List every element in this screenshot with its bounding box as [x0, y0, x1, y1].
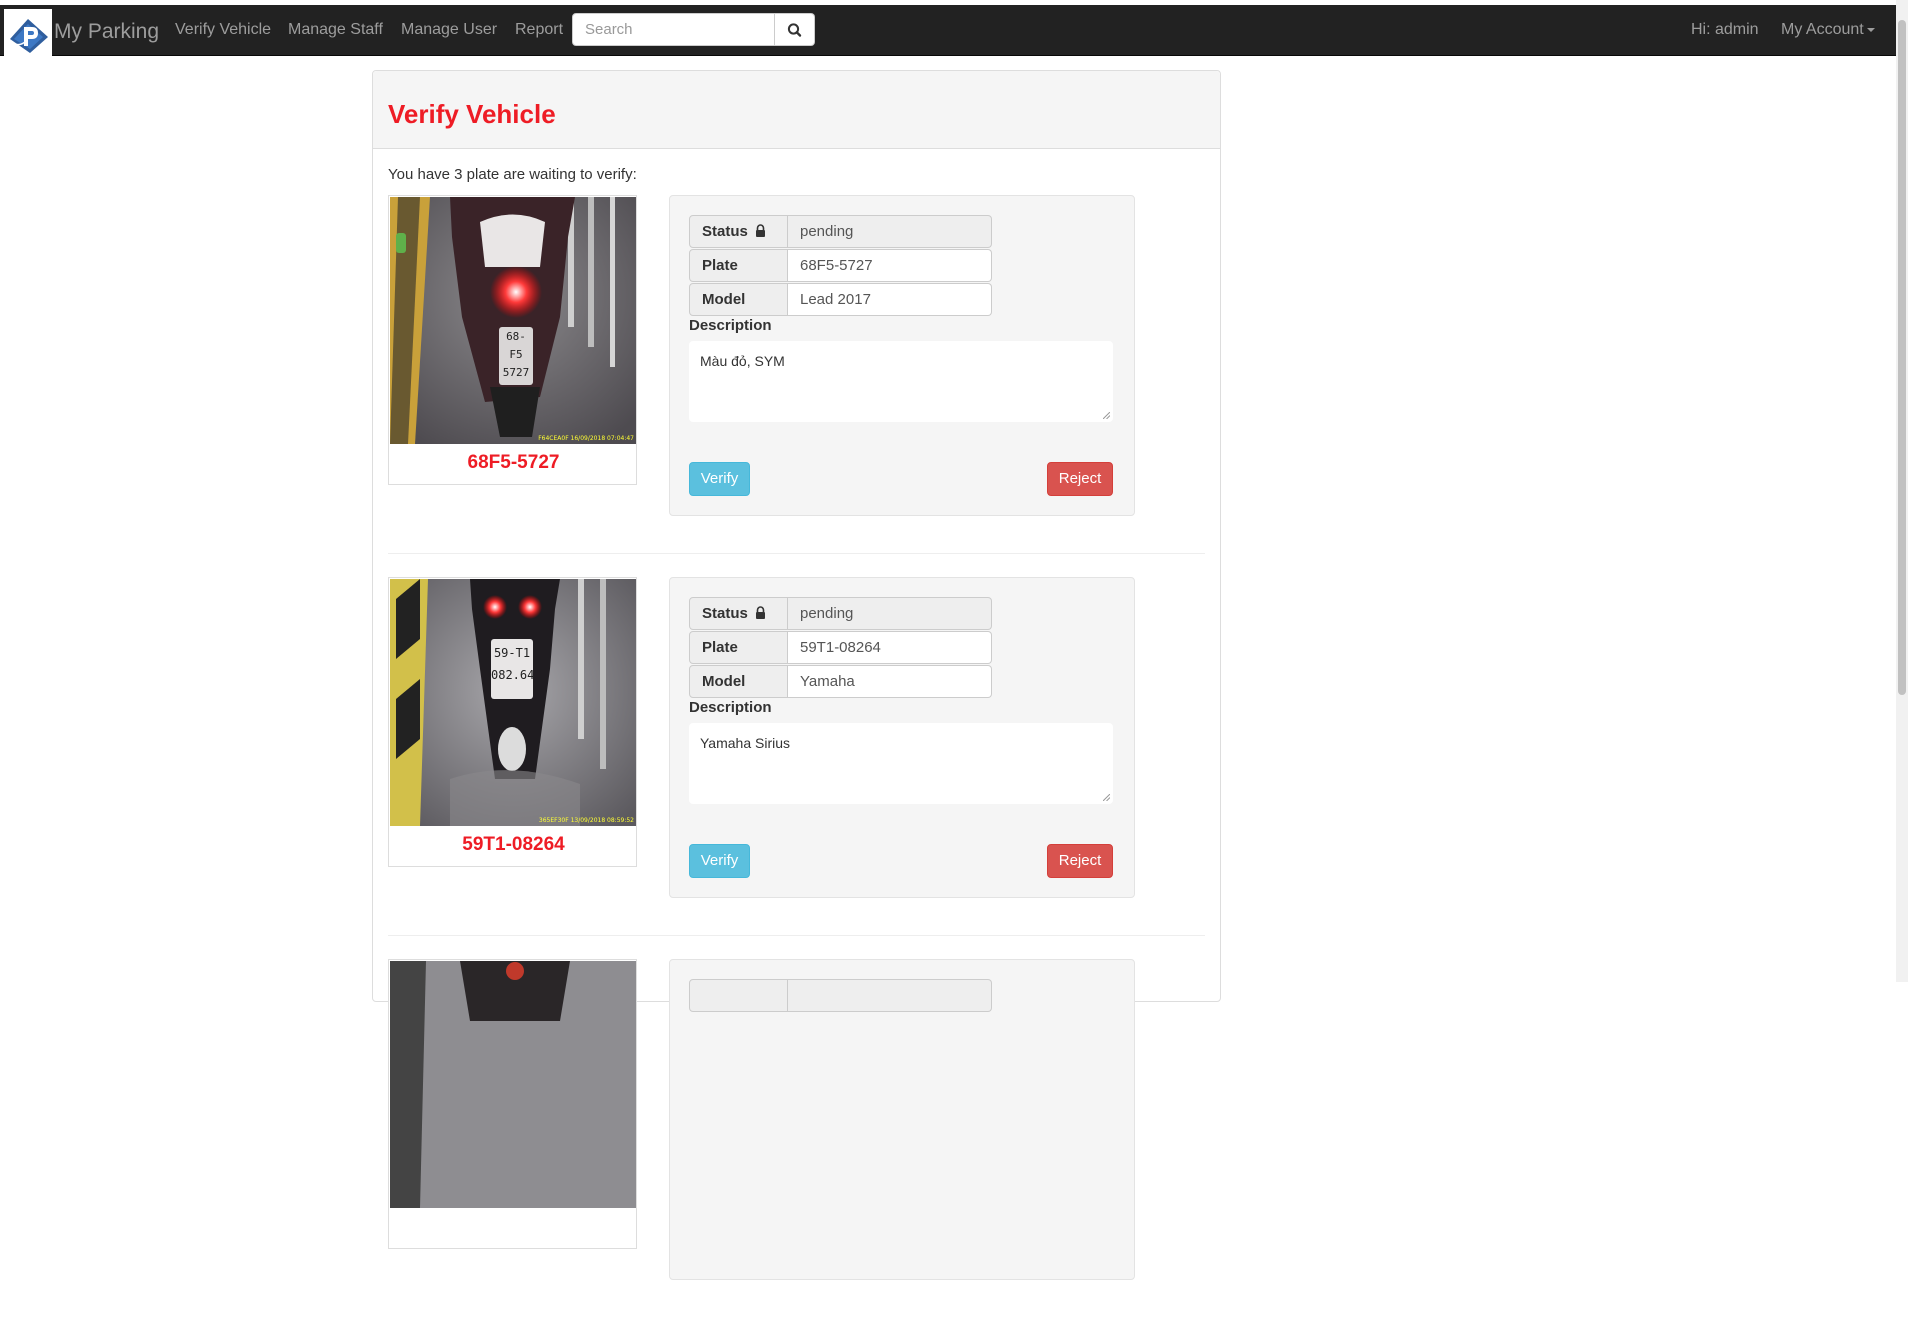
my-account-dropdown[interactable]: My Account [1781, 21, 1875, 39]
plate-on-photo: 59-T1 082.64 [491, 642, 535, 686]
record-divider [388, 553, 1205, 554]
vehicle-form [669, 959, 1135, 1280]
model-label: Model [689, 665, 788, 698]
resize-grip-icon[interactable] [1103, 412, 1110, 419]
vehicle-form: Status pending Plate 68F5-5727 Model Lea… [669, 195, 1135, 516]
status-field: pending [788, 215, 992, 248]
search-icon [787, 23, 802, 37]
vehicle-thumbnail[interactable]: 59-T1 082.64 365EF30F 13/09/2018 08:59:5… [388, 577, 637, 867]
model-field[interactable]: Lead 2017 [788, 283, 992, 316]
panel-heading: Verify Vehicle [373, 71, 1220, 149]
description-textarea[interactable]: Yamaha Sirius [689, 723, 1113, 804]
model-label: Model [689, 283, 788, 316]
navbar: My Parking Verify Vehicle Manage Staff M… [0, 5, 1896, 57]
verify-button[interactable]: Verify [689, 844, 750, 878]
user-greeting: Hi: admin [1691, 21, 1759, 38]
vehicle-record [373, 959, 1220, 1341]
status-label: Status [689, 597, 788, 630]
caret-down-icon [1866, 27, 1875, 32]
search-input[interactable] [572, 13, 775, 46]
plate-field[interactable]: 68F5-5727 [788, 249, 992, 282]
description-label: Description [689, 317, 772, 334]
status-label [689, 979, 788, 1012]
vehicle-form: Status pending Plate 59T1-08264 Model Ya… [669, 577, 1135, 898]
lock-icon [756, 606, 766, 619]
pending-count-text: You have 3 plate are waiting to verify: [388, 166, 637, 183]
vehicle-photo: 59-T1 082.64 365EF30F 13/09/2018 08:59:5… [390, 579, 636, 826]
plate-caption: 59T1-08264 [462, 834, 565, 855]
scrollbar-thumb[interactable] [1898, 20, 1906, 695]
status-label-text: Status [702, 605, 748, 622]
vehicle-thumbnail[interactable]: 68-F5 5727 F64CEA0F 16/09/2018 07:04:47 … [388, 195, 637, 485]
lock-icon [756, 224, 766, 237]
search-button[interactable] [775, 13, 815, 46]
nav-report[interactable]: Report [515, 21, 563, 39]
verify-panel: Verify Vehicle You have 3 plate are wait… [372, 70, 1221, 1280]
status-label: Status [689, 215, 788, 248]
reject-button[interactable]: Reject [1047, 462, 1113, 496]
photo-plate-line: 68-F5 [506, 330, 526, 361]
record-divider [388, 935, 1205, 936]
plate-on-photo: 68-F5 5727 [501, 328, 531, 382]
photo-timestamp: 365EF30F 13/09/2018 08:59:52 [538, 817, 634, 824]
vehicle-record: 59-T1 082.64 365EF30F 13/09/2018 08:59:5… [373, 577, 1220, 959]
photo-plate-line: 082.64 [491, 668, 535, 682]
plate-label: Plate [689, 249, 788, 282]
description-text: Màu đỏ, SYM [700, 353, 785, 369]
vehicle-thumbnail[interactable] [388, 959, 637, 1249]
description-label: Description [689, 699, 772, 716]
plate-field[interactable]: 59T1-08264 [788, 631, 992, 664]
status-field: pending [788, 597, 992, 630]
photo-plate-line: 5727 [502, 366, 530, 379]
parking-logo-icon[interactable] [4, 9, 52, 57]
verify-button[interactable]: Verify [689, 462, 750, 496]
vehicle-photo: 68-F5 5727 F64CEA0F 16/09/2018 07:04:47 [390, 197, 636, 444]
plate-caption: 68F5-5727 [467, 452, 560, 473]
reject-button[interactable]: Reject [1047, 844, 1113, 878]
nav-manage-staff[interactable]: Manage Staff [288, 21, 383, 39]
photo-timestamp: F64CEA0F 16/09/2018 07:04:47 [538, 435, 634, 442]
status-field [788, 979, 992, 1012]
page-title: Verify Vehicle [388, 99, 556, 129]
my-account-label: My Account [1781, 21, 1864, 38]
description-text: Yamaha Sirius [700, 735, 791, 751]
status-label-text: Status [702, 223, 748, 240]
vehicle-photo [390, 961, 636, 1208]
resize-grip-icon[interactable] [1103, 794, 1110, 801]
nav-manage-user[interactable]: Manage User [401, 21, 497, 39]
photo-plate-line: 59-T1 [493, 646, 531, 660]
vehicle-record: 68-F5 5727 F64CEA0F 16/09/2018 07:04:47 … [373, 195, 1220, 577]
plate-label: Plate [689, 631, 788, 664]
description-textarea[interactable]: Màu đỏ, SYM [689, 341, 1113, 422]
model-field[interactable]: Yamaha [788, 665, 992, 698]
nav-verify-vehicle[interactable]: Verify Vehicle [175, 21, 271, 39]
brand-name[interactable]: My Parking [54, 20, 159, 44]
